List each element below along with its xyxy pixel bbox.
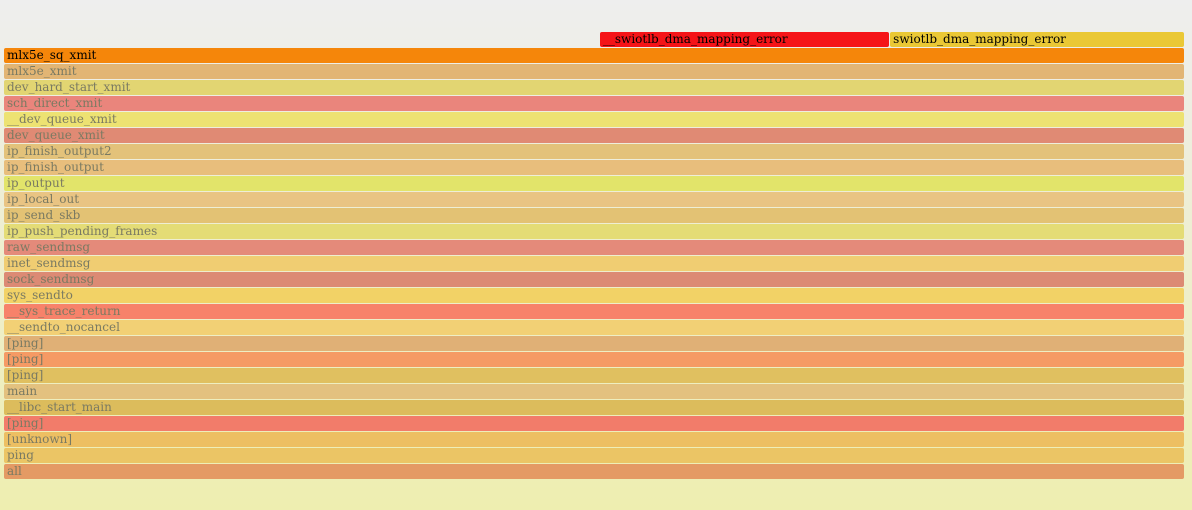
frame-ping[interactable]: [ping] <box>4 352 1184 367</box>
frame-dev-hard-start-xmit[interactable]: dev_hard_start_xmit <box>4 80 1184 95</box>
frame-sys-trace-return[interactable]: __sys_trace_return <box>4 304 1184 319</box>
frame-ip-finish-output2[interactable]: ip_finish_output2 <box>4 144 1184 159</box>
frame-ip-output[interactable]: ip_output <box>4 176 1184 191</box>
frame-main[interactable]: main <box>4 384 1184 399</box>
frame-ping[interactable]: [ping] <box>4 416 1184 431</box>
frame-ip-local-out[interactable]: ip_local_out <box>4 192 1184 207</box>
frame-dev-queue-xmit[interactable]: __dev_queue_xmit <box>4 112 1184 127</box>
frame-ping[interactable]: ping <box>4 448 1184 463</box>
frame-unknown[interactable]: [unknown] <box>4 432 1184 447</box>
frame-ip-finish-output[interactable]: ip_finish_output <box>4 160 1184 175</box>
frame-swiotlb-dma-mapping-error[interactable]: swiotlb_dma_mapping_error <box>890 32 1184 47</box>
frame-sch-direct-xmit[interactable]: sch_direct_xmit <box>4 96 1184 111</box>
frame-ping[interactable]: [ping] <box>4 368 1184 383</box>
frame-ip-send-skb[interactable]: ip_send_skb <box>4 208 1184 223</box>
frame-raw-sendmsg[interactable]: raw_sendmsg <box>4 240 1184 255</box>
frame-mlx5e-xmit[interactable]: mlx5e_xmit <box>4 64 1184 79</box>
frame-sock-sendmsg[interactable]: sock_sendmsg <box>4 272 1184 287</box>
frame-sendto-nocancel[interactable]: __sendto_nocancel <box>4 320 1184 335</box>
frame-ip-push-pending-frames[interactable]: ip_push_pending_frames <box>4 224 1184 239</box>
frame-libc-start-main[interactable]: __libc_start_main <box>4 400 1184 415</box>
frame-ping[interactable]: [ping] <box>4 336 1184 351</box>
frame-all[interactable]: all <box>4 464 1184 479</box>
frame-swiotlb-dma-mapping-error[interactable]: __swiotlb_dma_mapping_error <box>599 32 889 47</box>
flame-graph: __swiotlb_dma_mapping_error swiotlb_dma_m… <box>0 0 1192 510</box>
frame-dev-queue-xmit[interactable]: dev_queue_xmit <box>4 128 1184 143</box>
frame-mlx5e-sq-xmit[interactable]: mlx5e_sq_xmit <box>4 48 1184 63</box>
frame-inet-sendmsg[interactable]: inet_sendmsg <box>4 256 1184 271</box>
frame-sys-sendto[interactable]: sys_sendto <box>4 288 1184 303</box>
